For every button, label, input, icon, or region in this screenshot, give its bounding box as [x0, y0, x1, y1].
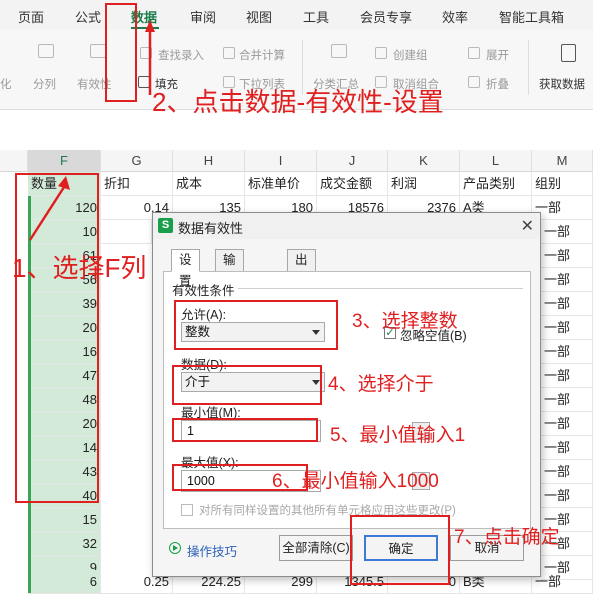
cell-m[interactable]: 一部	[541, 364, 593, 388]
get-data-button[interactable]: 获取数据	[539, 76, 585, 92]
column-header-f[interactable]: F	[28, 150, 101, 172]
create-group-button[interactable]: 创建组	[393, 47, 428, 63]
column-header-i[interactable]: I	[245, 150, 317, 172]
tips-link[interactable]: 操作技巧	[187, 541, 237, 560]
expand-button[interactable]: 展开	[486, 47, 509, 63]
cell-g[interactable]	[101, 220, 152, 244]
cell-m[interactable]: 一部	[541, 388, 593, 412]
play-icon	[169, 542, 181, 554]
subtotal-icon	[331, 44, 347, 58]
tab-input-message[interactable]: 输入信息	[215, 249, 244, 330]
merge-calc-button[interactable]: 合并计算	[239, 47, 285, 63]
ribbon-divider	[528, 40, 529, 95]
column-header-g[interactable]: G	[101, 150, 173, 172]
dialog-titlebar[interactable]: S 数据有效性 ✕	[153, 213, 540, 239]
cell-m[interactable]: 一部	[541, 460, 593, 484]
cell-m[interactable]: 一部	[541, 436, 593, 460]
annotation-box-min	[172, 418, 318, 442]
column-header-j[interactable]: J	[317, 150, 388, 172]
cell-m[interactable]: 一部	[541, 316, 593, 340]
tab-review[interactable]: 审阅	[190, 7, 216, 26]
tab-error-alert[interactable]: 出错警告	[287, 249, 316, 330]
tab-tools[interactable]: 工具	[303, 7, 329, 26]
split-icon	[38, 44, 54, 58]
row-header-corner	[0, 150, 28, 172]
cell-header-category[interactable]: 产品类别	[460, 172, 532, 196]
wps-logo-icon: S	[158, 218, 173, 233]
validity-icon	[90, 44, 106, 58]
cell-m[interactable]: 一部	[541, 292, 593, 316]
annotation-step-7: 7、点击确定	[454, 527, 560, 548]
cell-f[interactable]: 32	[28, 532, 101, 556]
dialog-title: 数据有效性	[178, 221, 244, 236]
annotation-step-3: 3、选择整数	[352, 311, 458, 332]
column-header-m[interactable]: M	[532, 150, 593, 172]
column-headers: F G H I J K L M	[0, 150, 593, 172]
cell-f[interactable]: 6	[28, 570, 101, 594]
column-header-l[interactable]: L	[460, 150, 532, 172]
get-data-icon	[561, 44, 576, 62]
annotation-step-2: 2、点击数据-有效性-设置	[152, 87, 444, 117]
cell-m[interactable]: 一部	[541, 412, 593, 436]
cell-m[interactable]: 一部	[532, 570, 593, 594]
cell-m[interactable]: 一部	[541, 244, 593, 268]
annotation-box-data-tab	[105, 3, 137, 102]
close-icon[interactable]: ✕	[521, 216, 534, 236]
annotation-step-4: 4、选择介于	[328, 374, 434, 395]
column-header-h[interactable]: H	[173, 150, 245, 172]
cell-m[interactable]: 一部	[541, 220, 593, 244]
annotation-step-1: 1、选择F列	[12, 253, 147, 283]
tab-smart-toolbox[interactable]: 智能工具箱	[499, 7, 564, 26]
apply-all-checkbox[interactable]	[181, 504, 193, 516]
annotation-step-5: 5、最小值输入1	[330, 425, 466, 446]
cell-m[interactable]: 一部	[541, 484, 593, 508]
cell-header-discount[interactable]: 折扣	[101, 172, 173, 196]
tab-member[interactable]: 会员专享	[360, 7, 412, 26]
clear-all-button[interactable]: 全部清除(C)	[279, 535, 353, 561]
cell-f[interactable]: 15	[28, 508, 101, 532]
fill-icon	[138, 76, 150, 88]
group-divider	[238, 288, 523, 289]
sort-label[interactable]: 化	[0, 76, 12, 92]
lookup-icon	[140, 47, 152, 59]
cell-header-amount[interactable]: 成交金额	[317, 172, 388, 196]
lookup-entry-button[interactable]: 查找录入	[158, 47, 204, 63]
tab-page[interactable]: 页面	[18, 7, 44, 26]
collapse-button[interactable]: 折叠	[486, 76, 509, 92]
annotation-box-column-f	[15, 173, 99, 503]
cell-m[interactable]: 一部	[541, 268, 593, 292]
merge-calc-icon	[223, 47, 235, 59]
collapse-icon	[468, 76, 480, 88]
tab-settings[interactable]: 设置	[171, 249, 200, 288]
expand-icon	[468, 47, 480, 59]
tab-efficiency[interactable]: 效率	[442, 7, 468, 26]
cell-m[interactable]: 一部	[532, 196, 593, 220]
annotation-box-data	[172, 365, 322, 405]
annotation-box-allow	[174, 300, 338, 350]
create-group-icon	[375, 47, 387, 59]
tab-view[interactable]: 视图	[246, 7, 272, 26]
annotation-step-6: 6、最小值输入1000	[272, 471, 439, 492]
tab-formula[interactable]: 公式	[75, 7, 101, 26]
cell-header-cost[interactable]: 成本	[173, 172, 245, 196]
annotation-box-ok	[350, 515, 450, 585]
column-header-k[interactable]: K	[388, 150, 460, 172]
menu-bar: 页面 公式 数据 审阅 视图 工具 会员专享 效率 智能工具箱	[0, 0, 593, 30]
split-button[interactable]: 分列	[33, 76, 56, 92]
cell-m[interactable]: 一部	[541, 340, 593, 364]
cell-header-unit-price[interactable]: 标准单价	[245, 172, 317, 196]
cell-header-group[interactable]: 组别	[532, 172, 593, 196]
cell-header-profit[interactable]: 利润	[388, 172, 460, 196]
